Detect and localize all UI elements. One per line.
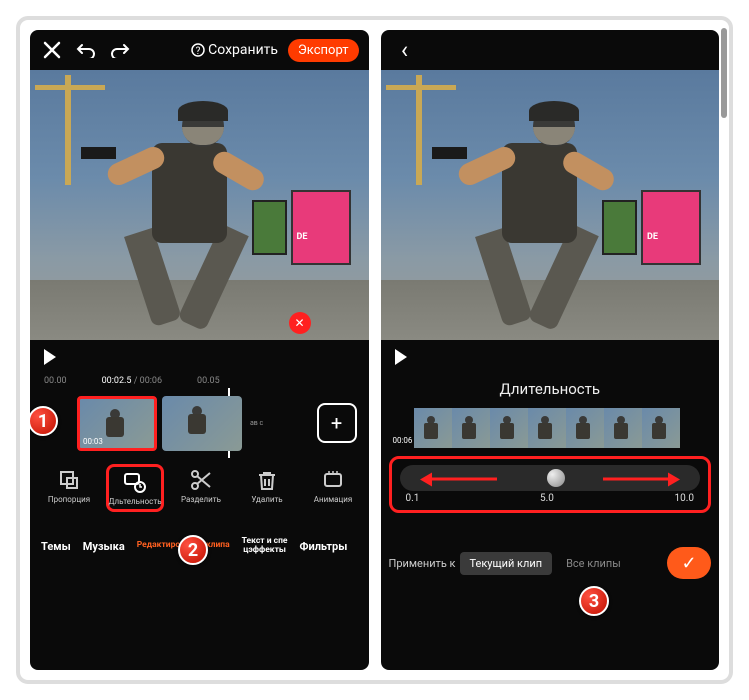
panel-title: Длительность [381, 374, 720, 408]
apply-row: Применить к Текущий клип Все клипы ✓ [381, 539, 720, 587]
annotation-2: 2 [178, 535, 208, 565]
annotation-1: 1 [30, 406, 58, 436]
slider-knob[interactable] [547, 469, 565, 487]
annotation-3: 3 [579, 586, 609, 616]
export-button-label: Экспорт [298, 43, 348, 58]
ruler-t2: 00.05 [197, 376, 220, 386]
clip-1[interactable]: 00:03 [77, 396, 157, 451]
export-button[interactable]: Экспорт [288, 39, 358, 62]
filmstrip[interactable]: 00:06 [381, 408, 720, 448]
tool-animation-label: Анимация [314, 495, 352, 504]
undo-icon[interactable] [74, 38, 98, 62]
play-icon[interactable] [44, 349, 56, 365]
duration-panel-screen: DE Длительность 00:06 [381, 30, 720, 670]
tool-split[interactable]: Разделить [172, 464, 230, 504]
tool-duration-label: Дльтельность [108, 497, 161, 506]
save-button[interactable]: ? Сохранить [191, 42, 278, 58]
slider-min: 0.1 [406, 493, 420, 504]
trash-icon [255, 468, 279, 492]
editor-main-screen: ? Сохранить Экспорт DE ✕ [30, 30, 369, 670]
video-preview[interactable]: DE ✕ [30, 70, 369, 340]
tool-proportion[interactable]: Пропорция [40, 464, 98, 504]
add-strip-label: ав с [250, 419, 268, 427]
clip-1-tc: 00:03 [83, 437, 103, 446]
ruler-t0: 00.00 [44, 376, 67, 386]
close-icon[interactable] [40, 38, 64, 62]
save-button-label: Сохранить [208, 42, 278, 58]
delete-watermark-icon[interactable]: ✕ [289, 312, 311, 334]
timeline-ruler: 00.00 00:02.5 / 00:06 00.05 [30, 374, 369, 388]
apply-to-label: Применить к [389, 557, 456, 570]
tab-filters[interactable]: Фильтры [294, 540, 352, 553]
confirm-button[interactable]: ✓ [667, 547, 711, 579]
tool-animation[interactable]: Анимация [304, 464, 362, 504]
tool-duration[interactable]: Дльтельность [106, 464, 164, 512]
add-clip-button[interactable]: + [317, 403, 357, 443]
redo-icon[interactable] [108, 38, 132, 62]
duration-slider[interactable] [400, 465, 701, 491]
back-icon[interactable] [393, 38, 417, 62]
tool-delete-label: Удалить [251, 495, 282, 504]
svg-text:?: ? [196, 46, 201, 57]
tool-proportion-label: Пропорция [48, 495, 90, 504]
apply-current-clip[interactable]: Текущий клип [460, 552, 553, 575]
timeline-clips[interactable]: 1 00:03 ав с + [30, 388, 369, 458]
tab-text-fx[interactable]: Текст и спе цэффекты [237, 537, 293, 556]
ruler-total: / 00:06 [134, 376, 162, 386]
clip-2[interactable] [162, 396, 242, 451]
tool-split-label: Разделить [181, 495, 221, 504]
page-scroll-thumb[interactable] [721, 28, 727, 118]
animation-icon [321, 468, 345, 492]
check-icon: ✓ [681, 553, 696, 574]
slider-mid: 5.0 [540, 493, 554, 504]
filmstrip-tc: 00:06 [393, 436, 413, 448]
tab-themes[interactable]: Темы [36, 540, 76, 553]
scissors-icon [189, 468, 213, 492]
duration-icon [123, 470, 147, 494]
duration-slider-box: 0.1 5.0 10.0 [389, 456, 712, 513]
arrow-right-icon [603, 469, 680, 488]
tab-music[interactable]: Музыка [78, 540, 130, 553]
arrow-left-icon [420, 469, 497, 488]
video-preview-2[interactable]: DE [381, 70, 720, 340]
ruler-current: 00:02.5 [102, 376, 132, 386]
tool-delete[interactable]: Удалить [238, 464, 296, 504]
play-icon-2[interactable] [395, 349, 407, 365]
tool-row: Пропорция Дльтельность Разделить Удалить [30, 458, 369, 524]
slider-max: 10.0 [675, 493, 695, 504]
apply-all-clips[interactable]: Все клипы [556, 552, 631, 575]
crop-icon [57, 468, 81, 492]
